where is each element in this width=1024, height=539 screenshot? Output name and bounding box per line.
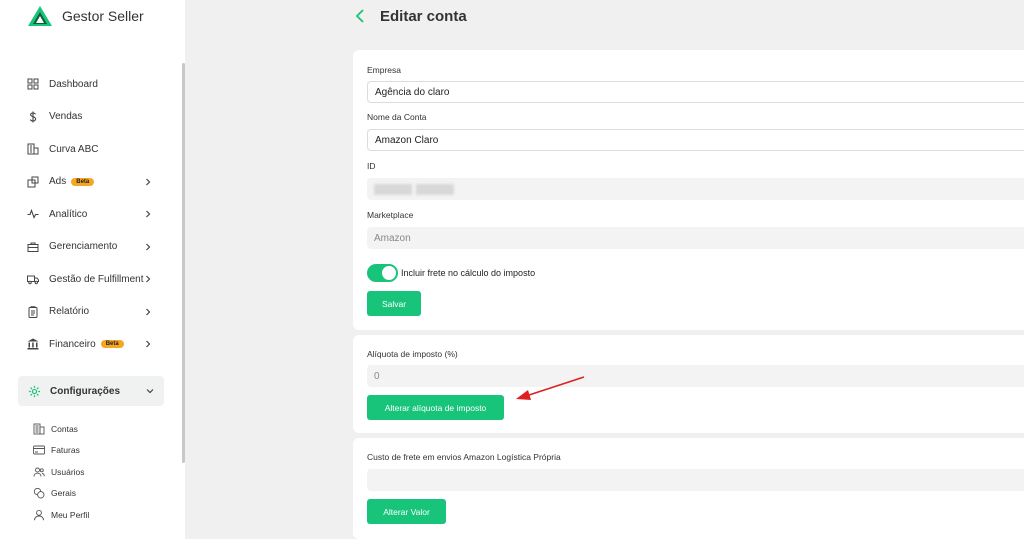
submenu-item-label: Faturas xyxy=(51,445,80,456)
brand[interactable]: Gestor Seller xyxy=(27,5,144,27)
tax-rate-label: Alíquota de imposto (%) xyxy=(367,349,458,359)
chevron-right-icon xyxy=(146,178,151,186)
toggle-knob xyxy=(382,266,396,280)
change-tax-rate-button[interactable]: Alterar alíquota de imposto xyxy=(367,395,504,420)
nome-conta-label: Nome da Conta xyxy=(367,112,427,122)
chevron-right-icon xyxy=(146,308,151,316)
submenu-item-faturas[interactable]: Faturas xyxy=(32,440,89,462)
nome-conta-input[interactable]: Amazon Claro xyxy=(367,129,1024,151)
sidebar-item-label: Curva ABC xyxy=(49,143,99,155)
sidebar-item-label: Configurações xyxy=(50,385,121,397)
sidebar: Gestor Seller Dashboard Vendas Curva ABC… xyxy=(0,0,185,539)
submenu-item-usuarios[interactable]: Usuários xyxy=(32,461,89,483)
shipping-cost-card: Custo de frete em envios Amazon Logístic… xyxy=(353,438,1024,539)
tax-rate-value: 0 xyxy=(374,370,380,382)
chevron-down-icon xyxy=(146,389,154,394)
sidebar-item-ads[interactable]: Ads Beta xyxy=(0,166,180,199)
empresa-value: Agência do claro xyxy=(375,86,450,98)
tax-rate-input[interactable]: 0 xyxy=(367,365,1024,387)
submenu-item-label: Usuários xyxy=(51,466,85,477)
id-input xyxy=(367,178,1024,200)
shipping-cost-label: Custo de frete em envios Amazon Logístic… xyxy=(367,452,561,462)
submenu-item-gerais[interactable]: Gerais xyxy=(32,483,89,505)
sidebar-item-label: Dashboard xyxy=(49,78,98,90)
marketplace-input: Amazon xyxy=(367,227,1024,249)
back-arrow-icon[interactable] xyxy=(354,8,366,24)
change-value-button[interactable]: Alterar Valor xyxy=(367,499,446,524)
user-icon xyxy=(32,508,45,521)
dollar-icon xyxy=(26,110,40,124)
beta-badge: Beta xyxy=(71,177,95,186)
sidebar-scrollbar[interactable] xyxy=(182,63,185,463)
sidebar-item-label: Gerenciamento xyxy=(49,241,118,253)
sidebar-item-label: Financeiro xyxy=(49,338,96,350)
redacted-id-block xyxy=(374,183,412,195)
submenu-item-contas[interactable]: Contas xyxy=(32,418,89,440)
account-form-card: Empresa Agência do claro Nome da Conta A… xyxy=(353,50,1024,330)
building-icon xyxy=(26,142,40,156)
id-label: ID xyxy=(367,161,376,171)
submenu-item-meu-perfil[interactable]: Meu Perfil xyxy=(32,504,89,526)
chevron-right-icon xyxy=(146,275,151,283)
briefcase-icon xyxy=(26,240,40,254)
accounts-icon xyxy=(32,422,45,435)
sidebar-nav: Dashboard Vendas Curva ABC Ads Beta Anal… xyxy=(0,68,180,361)
brand-logo-icon xyxy=(28,6,52,26)
card-icon xyxy=(32,444,45,457)
chevron-right-icon xyxy=(146,210,151,218)
sidebar-item-label: Vendas xyxy=(49,111,83,123)
save-button[interactable]: Salvar xyxy=(367,291,421,316)
page-title: Editar conta xyxy=(380,8,467,25)
marketplace-value: Amazon xyxy=(374,232,411,244)
chevron-right-icon xyxy=(146,243,151,251)
empresa-label: Empresa xyxy=(367,65,402,75)
frete-toggle[interactable] xyxy=(367,264,398,282)
users-icon xyxy=(32,465,45,478)
annotation-arrow-icon xyxy=(516,376,585,400)
frete-toggle-label: Incluir frete no cálculo do imposto xyxy=(401,268,536,278)
chevron-right-icon xyxy=(146,340,151,348)
sidebar-item-fulfillment[interactable]: Gestão de Fulfillment xyxy=(0,263,180,296)
ads-icon xyxy=(26,175,40,189)
grid-icon xyxy=(26,77,40,91)
coins-icon xyxy=(32,487,45,500)
pulse-icon xyxy=(26,207,40,221)
sidebar-item-configuracoes[interactable]: Configurações xyxy=(18,376,164,406)
sidebar-item-gerenciamento[interactable]: Gerenciamento xyxy=(0,231,180,264)
bank-icon xyxy=(26,337,40,351)
sidebar-item-financeiro[interactable]: Financeiro Beta xyxy=(0,328,180,361)
sidebar-item-label: Gestão de Fulfillment xyxy=(49,273,144,285)
sidebar-item-label: Analítico xyxy=(49,208,88,220)
sidebar-item-label: Relatório xyxy=(49,306,90,318)
sidebar-item-curva-abc[interactable]: Curva ABC xyxy=(0,133,180,166)
sidebar-item-label: Ads xyxy=(49,176,67,188)
config-submenu: Contas Faturas Usuários Gerais Meu Perfi… xyxy=(32,418,89,526)
submenu-item-label: Meu Perfil xyxy=(51,509,90,520)
submenu-item-label: Gerais xyxy=(51,488,77,499)
submenu-item-label: Contas xyxy=(51,423,78,434)
nome-conta-value: Amazon Claro xyxy=(375,134,439,146)
sidebar-item-dashboard[interactable]: Dashboard xyxy=(0,68,180,101)
marketplace-label: Marketplace xyxy=(367,210,414,220)
beta-badge: Beta xyxy=(100,340,124,349)
brand-name: Gestor Seller xyxy=(62,8,144,24)
report-icon xyxy=(26,305,40,319)
sidebar-item-analitico[interactable]: Analítico xyxy=(0,198,180,231)
sidebar-item-relatorio[interactable]: Relatório xyxy=(0,296,180,329)
gear-icon xyxy=(27,384,41,398)
redacted-id-block xyxy=(416,183,454,195)
shipping-cost-input[interactable] xyxy=(367,469,1024,491)
truck-icon xyxy=(26,272,40,286)
tax-rate-card: Alíquota de imposto (%) 0 Alterar alíquo… xyxy=(353,335,1024,433)
sidebar-item-vendas[interactable]: Vendas xyxy=(0,101,180,134)
empresa-select[interactable]: Agência do claro xyxy=(367,81,1024,103)
